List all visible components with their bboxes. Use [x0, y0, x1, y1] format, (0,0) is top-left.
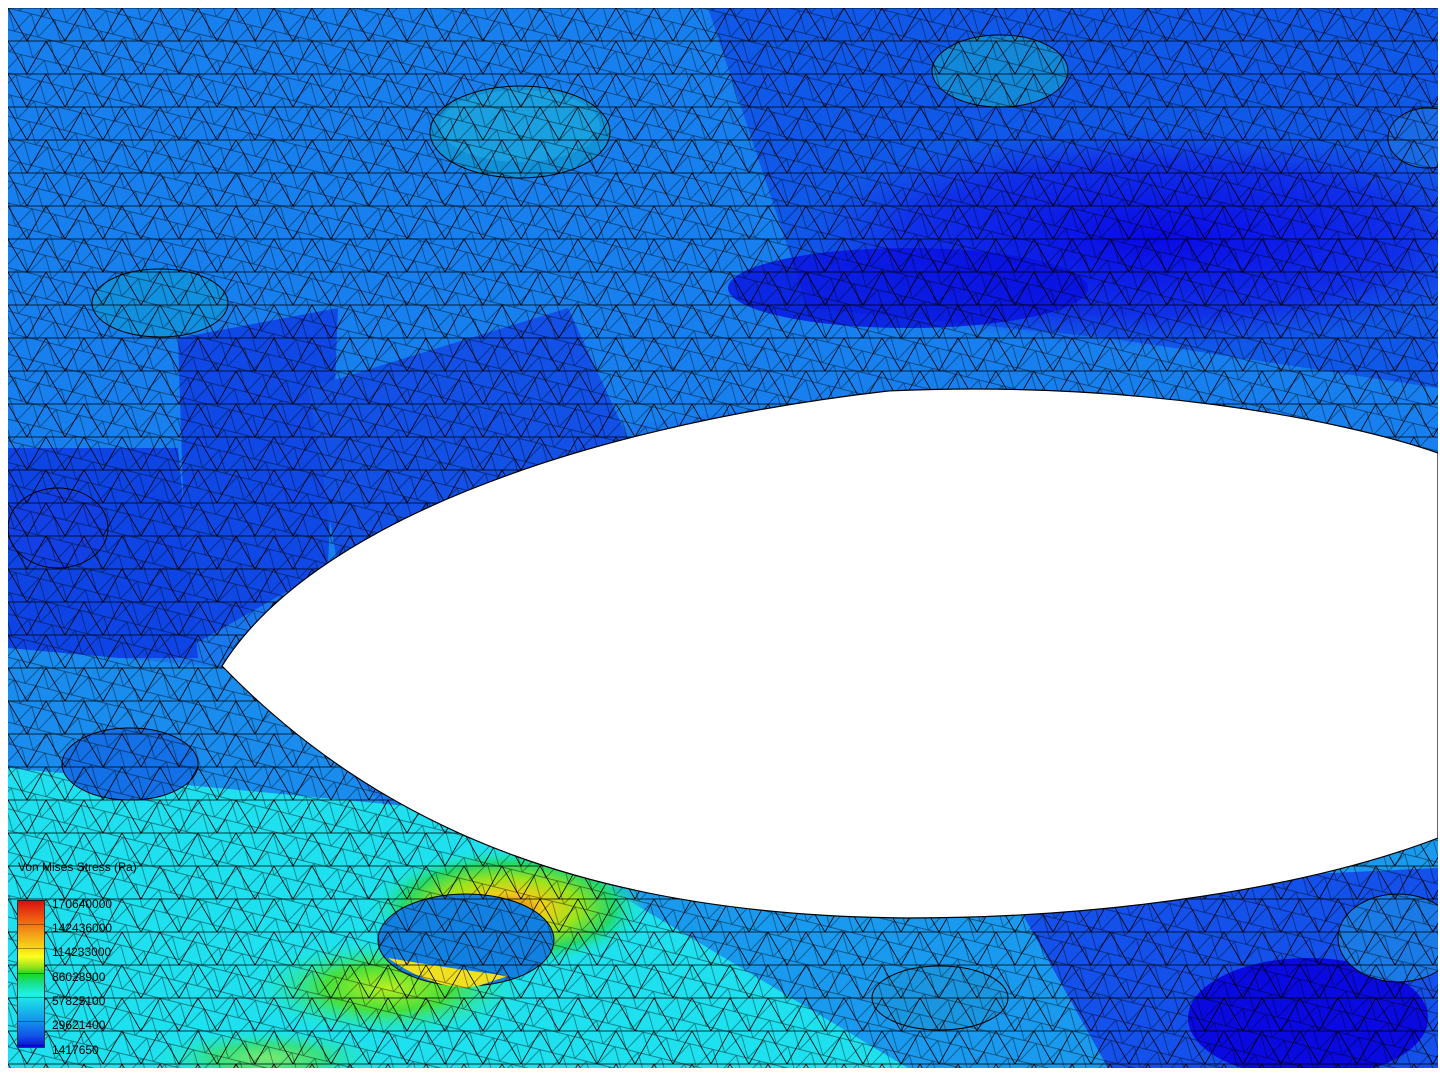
fea-viewport[interactable]: Von Mises Stress (Pa) 170640000 14243600…	[8, 8, 1438, 1068]
legend-label: 86028900	[52, 970, 106, 984]
stress-legend: Von Mises Stress (Pa) 170640000 14243600…	[16, 860, 176, 1060]
legend-label-min: 1417650	[52, 1043, 99, 1057]
legend-label: 114233000	[52, 945, 112, 959]
legend-label: 29621400	[52, 1018, 106, 1032]
legend-label: 57825100	[52, 994, 106, 1008]
stress-contour-mesh[interactable]	[8, 8, 1438, 1068]
legend-label: 142436000	[52, 921, 113, 935]
legend-label-max: 170640000	[52, 897, 113, 911]
legend-ticks	[17, 900, 45, 1046]
legend-title: Von Mises Stress (Pa)	[18, 860, 137, 874]
